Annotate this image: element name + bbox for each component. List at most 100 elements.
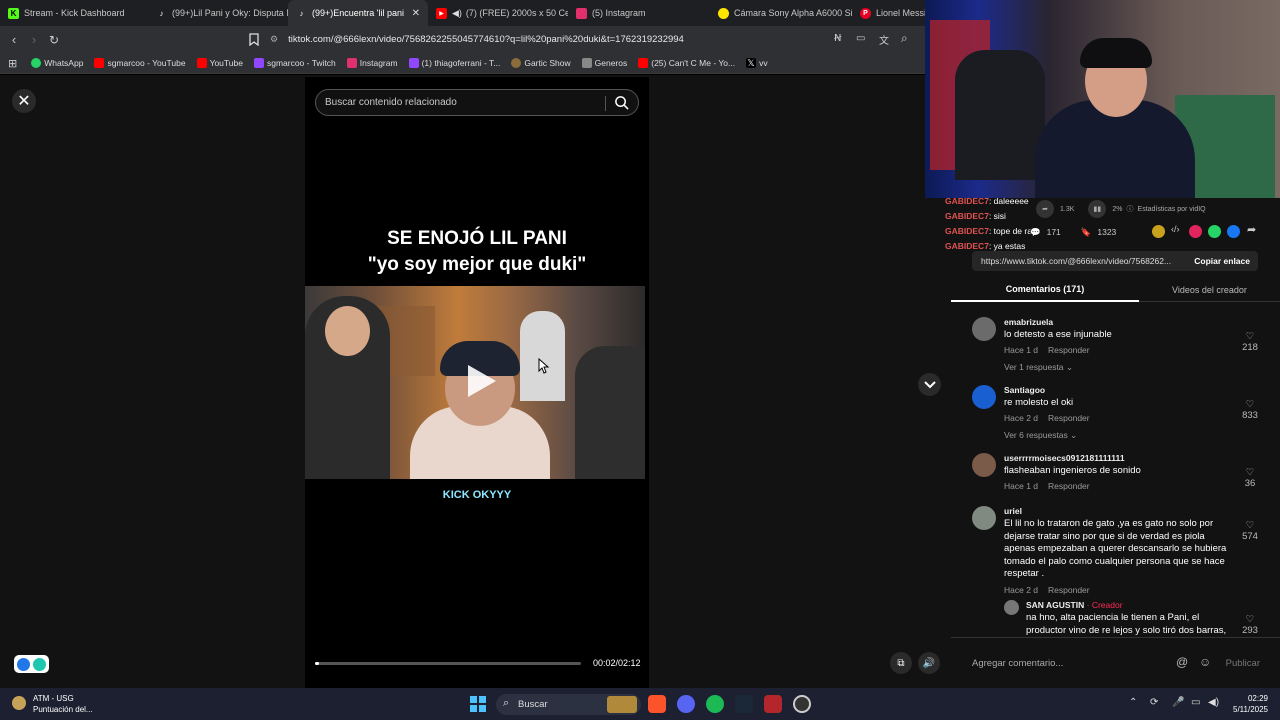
like-button[interactable]: ♡ 293: [1238, 614, 1262, 636]
steam-icon[interactable]: [735, 695, 753, 713]
streamer-hair: [1080, 38, 1152, 68]
heart-icon: ♡: [1245, 614, 1255, 625]
site-info-icon[interactable]: ⚙: [270, 34, 278, 45]
comment-meta: Hace 2 d Responder: [1004, 413, 1090, 423]
apps-grid-icon[interactable]: ⊞: [8, 57, 17, 70]
screen-icon[interactable]: ▭: [856, 33, 865, 44]
reload-icon[interactable]: ↻: [44, 33, 64, 47]
taskbar-clock[interactable]: 02:29 5/11/2025: [1224, 693, 1268, 715]
windows-start-icon[interactable]: [470, 696, 486, 712]
microphone-icon[interactable]: 🎤: [1172, 697, 1184, 708]
comment-icon[interactable]: 💬: [1030, 227, 1041, 238]
avatar[interactable]: [972, 317, 996, 341]
kick-icon: K: [8, 7, 19, 19]
network-icon[interactable]: ▭: [1191, 697, 1200, 708]
video-frame: [305, 286, 645, 479]
sync-icon[interactable]: ⟳: [1150, 697, 1158, 708]
like-button[interactable]: ♡ 36: [1238, 467, 1262, 489]
url-field[interactable]: ⚙ tiktok.com/@666lexn/video/756826225504…: [270, 30, 925, 49]
tab-comments[interactable]: Comentarios (171): [951, 278, 1139, 302]
save-icon[interactable]: 🔖: [1081, 227, 1092, 238]
tab-youtube-free[interactable]: ▶ ◀) (7) (FREE) 2000s x 50 Cent...: [428, 0, 568, 26]
obs-icon[interactable]: [793, 695, 811, 713]
like-button[interactable]: ♡ 833: [1238, 399, 1262, 421]
emoji-icon[interactable]: ☺: [1199, 655, 1211, 669]
chevron-up-icon[interactable]: ⌃: [1129, 697, 1137, 708]
video-headline-line1: SE ENOJÓ LIL PANI: [387, 228, 567, 249]
avatar[interactable]: [972, 453, 996, 477]
like-button[interactable]: ♡ 218: [1238, 331, 1262, 353]
tab-instagram[interactable]: (5) Instagram: [568, 0, 710, 26]
embed-icon[interactable]: ‹/›: [1171, 224, 1180, 234]
copy-link-button[interactable]: Copiar enlace: [1194, 256, 1250, 266]
vidiq-stats: ➦ 1.3K ▮▮ 2% ⓘ Estadísticas por vidIQ: [1036, 200, 1206, 218]
avatar[interactable]: [972, 385, 996, 409]
tab-creator-videos[interactable]: Videos del creador: [1139, 278, 1280, 302]
extension-float-button[interactable]: [14, 655, 49, 673]
voicemeeter-icon[interactable]: [764, 695, 782, 713]
related-search-input[interactable]: Buscar contenido relacionado: [315, 89, 639, 116]
reply-button[interactable]: Responder: [1048, 585, 1090, 595]
zoom-icon[interactable]: ⌕: [901, 31, 908, 46]
facebook-share-icon[interactable]: [1227, 225, 1240, 238]
bookmark-icon[interactable]: [249, 33, 259, 46]
taskbar-search[interactable]: ⌕ Buscar: [496, 694, 641, 715]
tab-sony-camera[interactable]: Cámara Sony Alpha A6000 Sin...: [710, 0, 852, 26]
no-track-icon[interactable]: Ꞥ: [834, 33, 841, 44]
mention-icon[interactable]: @: [1176, 655, 1188, 669]
bookmark-cant-c-me[interactable]: (25) Can't C Me - Yo...: [638, 58, 735, 68]
bookmark-sgmarcoo-youtube[interactable]: sgmarcoo - YouTube: [94, 58, 186, 68]
power-icon: [33, 657, 46, 671]
avatar[interactable]: [1004, 600, 1019, 615]
search-icon[interactable]: [614, 95, 629, 110]
close-tab-icon[interactable]: ✕: [412, 8, 420, 19]
video-progress-bar[interactable]: [315, 662, 581, 665]
view-replies-button[interactable]: Ver 1 respuesta ⌄: [1004, 362, 1073, 373]
stats-icon[interactable]: ▮▮: [1088, 200, 1107, 218]
bookmark-whatsapp[interactable]: WhatsApp: [31, 58, 83, 68]
volume-button[interactable]: 🔊: [918, 652, 940, 674]
video-progress-fill: [315, 662, 319, 665]
bookmark-thiagoferrani[interactable]: (1) thiagoferrani - T...: [408, 58, 500, 68]
back-icon[interactable]: ‹: [4, 32, 24, 47]
tab-messi[interactable]: P Lionel Messi: [852, 0, 925, 26]
add-comment-input[interactable]: Agregar comentario... @ ☺ Publicar: [972, 652, 1262, 674]
bookmark-youtube[interactable]: YouTube: [196, 58, 243, 68]
bookmark-vv[interactable]: 𝕏vv: [746, 58, 768, 68]
comment-item: Santiagoo re molesto el oki Hace 2 d Resp…: [972, 385, 1262, 443]
whatsapp-share-icon[interactable]: [1208, 225, 1221, 238]
tiktok-icon: ♪: [159, 8, 164, 18]
tab-kick-dashboard[interactable]: K Stream - Kick Dashboard: [0, 0, 148, 26]
tab-tiktok-disputa[interactable]: ♪ (99+)Lil Pani y Oky: Disputa M...: [148, 0, 289, 26]
bookmark-generos[interactable]: Generos: [581, 58, 627, 68]
share-icon[interactable]: ➦: [1247, 223, 1256, 236]
play-icon[interactable]: [460, 361, 500, 401]
speaker-icon[interactable]: ◀): [1208, 697, 1219, 708]
like-button[interactable]: ♡ 574: [1238, 520, 1262, 542]
publish-button[interactable]: Publicar: [1226, 658, 1260, 669]
coin-icon[interactable]: [1152, 225, 1165, 238]
brave-browser-icon[interactable]: [648, 695, 666, 713]
view-replies-button[interactable]: Ver 6 respuestas ⌄: [1004, 430, 1077, 441]
send-icon[interactable]: [1189, 225, 1202, 238]
weather-widget[interactable]: ATM - USG Puntuación del...: [10, 693, 93, 715]
tab-tiktok-search[interactable]: ♪ (99+)Encuentra 'lil pani du... ✕: [288, 0, 428, 26]
reply-button[interactable]: Responder: [1048, 413, 1090, 423]
share-arrow-icon[interactable]: ➦: [1036, 200, 1054, 218]
bookmark-instagram[interactable]: Instagram: [346, 58, 398, 68]
bookmark-sgmarcoo-twitch[interactable]: sgmarcoo - Twitch: [253, 58, 336, 68]
person-back: [520, 311, 565, 401]
avatar[interactable]: [972, 506, 996, 530]
next-video-button[interactable]: [918, 373, 941, 396]
bookmark-gartic-show[interactable]: Gartic Show: [511, 58, 571, 68]
reply-button[interactable]: Responder: [1048, 345, 1090, 355]
spotify-icon[interactable]: [706, 695, 724, 713]
reply-button[interactable]: Responder: [1048, 481, 1090, 491]
discord-icon[interactable]: [677, 695, 695, 713]
reply-user[interactable]: SAN AGUSTIN · Creador: [1026, 600, 1123, 610]
translate-icon[interactable]: 文: [879, 32, 889, 47]
youtube-icon: [196, 58, 207, 68]
forward-icon[interactable]: ›: [24, 32, 44, 47]
close-video-button[interactable]: ✕: [12, 89, 36, 113]
pip-button[interactable]: ⧉: [890, 652, 912, 674]
